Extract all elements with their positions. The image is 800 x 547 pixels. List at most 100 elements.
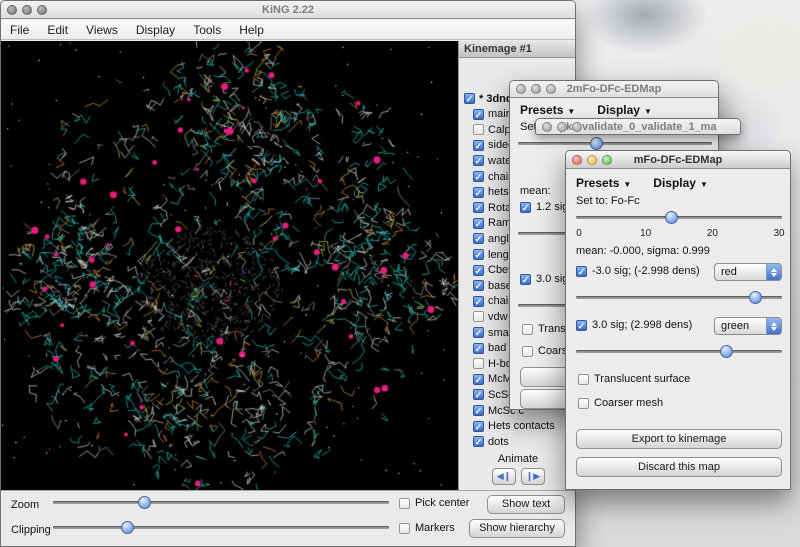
animate-step-back-button[interactable]: ◀❙ <box>492 468 516 485</box>
animate-step-forward-button[interactable]: ❙▶ <box>521 468 545 485</box>
item-checkbox[interactable]: ✓ <box>473 140 484 151</box>
show-hierarchy-button[interactable]: Show hierarchy <box>469 519 565 538</box>
tick-label: 20 <box>707 228 718 239</box>
dialog-title-bar[interactable]: pka-validate_0_validate_1_ma <box>536 119 740 135</box>
presets-menu[interactable]: Presets▼ <box>576 176 631 190</box>
discard-map-button[interactable]: Discard this map <box>576 457 782 477</box>
close-icon[interactable] <box>7 5 17 15</box>
neg-contour-checkbox[interactable]: ✓ <box>576 266 587 277</box>
level-slider[interactable] <box>576 211 782 224</box>
tick-label: 0 <box>576 228 582 239</box>
item-checkbox[interactable]: ✓ <box>464 93 475 104</box>
chevron-down-icon: ▼ <box>567 107 575 116</box>
menu-file[interactable]: File <box>1 23 38 37</box>
export-kinemage-button[interactable]: Export to kinemage <box>576 429 782 449</box>
item-checkbox[interactable]: ✓ <box>473 218 484 229</box>
item-checkbox[interactable]: ✓ <box>473 296 484 307</box>
item-checkbox[interactable]: ✓ <box>473 436 484 447</box>
bottom-control-bar: Zoom Clipping Pick center Markers Show t… <box>1 490 576 547</box>
show-text-button[interactable]: Show text <box>487 495 565 514</box>
zoom-window-icon[interactable] <box>546 84 556 94</box>
display-menu[interactable]: Display▼ <box>653 176 708 190</box>
coarser-checkbox[interactable] <box>522 346 533 357</box>
map-dialog-mfo: mFo-DFc-EDMap Presets▼ Display▼ Set to: … <box>565 150 791 490</box>
markers-checkbox[interactable] <box>399 523 410 534</box>
close-icon[interactable] <box>516 84 526 94</box>
pick-center-row: Pick center <box>399 497 469 509</box>
contour2-checkbox[interactable]: ✓ <box>520 274 531 285</box>
neg-contour-slider[interactable] <box>576 291 782 304</box>
clipping-slider[interactable] <box>53 521 389 534</box>
kinemage-item[interactable]: ✓Hets contacts <box>473 419 555 434</box>
molecule-canvas[interactable] <box>1 41 458 490</box>
item-checkbox[interactable] <box>473 358 484 369</box>
slider-thumb[interactable] <box>749 291 762 304</box>
pos-color-select[interactable]: green <box>714 317 782 335</box>
item-checkbox[interactable]: ✓ <box>473 155 484 166</box>
pka-validate-window: pka-validate_0_validate_1_ma <box>535 118 741 135</box>
neg-color-select[interactable]: red <box>714 263 782 281</box>
close-icon[interactable] <box>542 122 552 132</box>
zoom-slider-thumb[interactable] <box>138 496 151 509</box>
item-checkbox[interactable]: ✓ <box>473 343 484 354</box>
kinemage-item[interactable]: ✓dots <box>473 434 509 449</box>
slider-thumb[interactable] <box>590 137 603 150</box>
markers-label: Markers <box>415 522 455 534</box>
minimize-icon[interactable] <box>557 122 567 132</box>
item-checkbox[interactable] <box>473 311 484 322</box>
item-checkbox[interactable]: ✓ <box>473 327 484 338</box>
zoom-window-icon[interactable] <box>37 5 47 15</box>
presets-menu[interactable]: Presets▼ <box>520 103 575 117</box>
item-checkbox[interactable]: ✓ <box>473 374 484 385</box>
item-checkbox[interactable]: ✓ <box>473 280 484 291</box>
menu-display[interactable]: Display <box>127 23 184 37</box>
item-checkbox[interactable]: ✓ <box>473 389 484 400</box>
window-title: pka-validate_0_validate_1_ma <box>559 121 716 133</box>
display-menu[interactable]: Display▼ <box>597 103 652 117</box>
item-checkbox[interactable]: ✓ <box>473 202 484 213</box>
slider-thumb[interactable] <box>720 345 733 358</box>
zoom-window-icon[interactable] <box>602 155 612 165</box>
zoom-window-icon[interactable] <box>572 122 582 132</box>
item-checkbox[interactable]: ✓ <box>473 421 484 432</box>
kinemage-item[interactable]: ✓hets <box>473 185 509 200</box>
tick-label: 30 <box>773 228 784 239</box>
main-title-bar[interactable]: KiNG 2.22 <box>1 1 575 19</box>
pos-contour-label: 3.0 sig; (2.998 dens) <box>592 319 692 331</box>
slider-track <box>518 142 712 145</box>
pos-contour-checkbox[interactable]: ✓ <box>576 320 587 331</box>
item-checkbox[interactable]: ✓ <box>473 249 484 260</box>
pick-center-checkbox[interactable] <box>399 498 410 509</box>
translucent-checkbox[interactable] <box>522 324 533 335</box>
menu-tools[interactable]: Tools <box>184 23 230 37</box>
dialog-title-bar[interactable]: mFo-DFc-EDMap <box>566 151 790 169</box>
zoom-slider[interactable] <box>53 496 389 509</box>
clipping-slider-thumb[interactable] <box>121 521 134 534</box>
item-checkbox[interactable]: ✓ <box>473 109 484 120</box>
menu-views[interactable]: Views <box>77 23 127 37</box>
pos-contour-slider[interactable] <box>576 345 782 358</box>
item-checkbox[interactable]: ✓ <box>473 405 484 416</box>
minimize-icon[interactable] <box>531 84 541 94</box>
item-checkbox[interactable]: ✓ <box>473 171 484 182</box>
item-checkbox[interactable]: ✓ <box>473 233 484 244</box>
menu-edit[interactable]: Edit <box>38 23 77 37</box>
minimize-icon[interactable] <box>22 5 32 15</box>
menu-bar: FileEditViewsDisplayToolsHelp <box>1 20 575 40</box>
close-icon[interactable] <box>572 155 582 165</box>
kinemage-item[interactable]: ✓* 3dnd <box>464 91 513 106</box>
kinemage-item[interactable]: ✓sidec <box>473 138 514 153</box>
item-checkbox[interactable] <box>473 124 484 135</box>
translucent-checkbox[interactable] <box>578 374 589 385</box>
item-checkbox[interactable]: ✓ <box>473 187 484 198</box>
item-checkbox[interactable]: ✓ <box>473 265 484 276</box>
coarser-checkbox[interactable] <box>578 398 589 409</box>
neg-color-value: red <box>715 266 766 278</box>
contour1-checkbox[interactable]: ✓ <box>520 202 531 213</box>
neg-contour-label: -3.0 sig; (-2.998 dens) <box>592 265 700 277</box>
slider-thumb[interactable] <box>665 211 678 224</box>
minimize-icon[interactable] <box>587 155 597 165</box>
level-slider[interactable] <box>518 137 712 150</box>
dialog-title-bar[interactable]: 2mFo-DFc-EDMap <box>510 81 718 98</box>
menu-help[interactable]: Help <box>230 23 273 37</box>
